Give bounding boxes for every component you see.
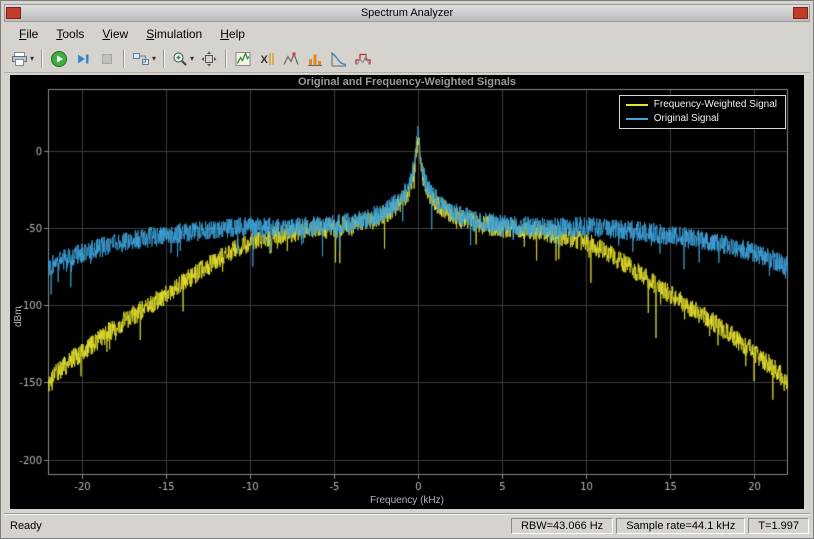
toolbar-separator — [41, 49, 43, 68]
menu-view[interactable]: View — [93, 24, 137, 44]
legend-line-swatch — [626, 104, 648, 106]
spectrum-chart-canvas[interactable] — [10, 75, 804, 509]
run-button[interactable] — [47, 47, 71, 70]
plot-title: Original and Frequency-Weighted Signals — [10, 76, 804, 88]
status-rbw: RBW=43.066 Hz — [511, 518, 613, 534]
simulation-settings-button[interactable]: ▾ — [129, 47, 159, 70]
fit-to-view-button[interactable] — [197, 47, 221, 70]
simulation-settings-icon — [132, 51, 150, 67]
stop-button[interactable] — [95, 47, 119, 70]
legend-line-swatch — [626, 118, 648, 120]
dropdown-arrow-icon: ▾ — [152, 54, 156, 63]
toolbar-separator — [225, 49, 227, 68]
toolbar: ▾ ▾ ▾ X — [4, 45, 810, 73]
window-menu-button[interactable] — [6, 7, 21, 19]
toolbar-separator — [163, 49, 165, 68]
spectrum-analyzer-window: Spectrum Analyzer FileToolsViewSimulatio… — [0, 0, 814, 539]
spectrum-settings-icon — [235, 51, 251, 67]
window-title: Spectrum Analyzer — [21, 5, 793, 21]
ccdf-measurements-button[interactable] — [327, 47, 351, 70]
menu-help[interactable]: Help — [211, 24, 254, 44]
distortion-measurements-icon — [307, 51, 323, 67]
print-export-button[interactable]: ▾ — [8, 47, 37, 70]
distortion-measurements-button[interactable] — [303, 47, 327, 70]
zoom-in-button[interactable]: ▾ — [169, 47, 197, 70]
plot-panel: Original and Frequency-Weighted Signals … — [10, 75, 804, 509]
close-button[interactable] — [793, 7, 808, 19]
dropdown-arrow-icon: ▾ — [190, 54, 194, 63]
svg-text:X: X — [261, 54, 269, 66]
legend-label: Original Signal — [654, 113, 719, 124]
legend-entry: Original Signal — [626, 113, 777, 124]
cursor-measurements-button[interactable]: X — [255, 47, 279, 70]
x-axis-label: Frequency (kHz) — [10, 495, 804, 506]
y-axis-label: dBm — [13, 306, 24, 327]
status-text: Ready — [5, 520, 511, 532]
menu-tools[interactable]: Tools — [47, 24, 93, 44]
legend[interactable]: Frequency-Weighted Signal Original Signal — [619, 95, 786, 129]
step-forward-button[interactable] — [71, 47, 95, 70]
zoom-in-icon — [172, 51, 188, 67]
spectrum-settings-button[interactable] — [231, 47, 255, 70]
dropdown-arrow-icon: ▾ — [30, 54, 34, 63]
peak-finder-button[interactable] — [279, 47, 303, 70]
status-time: T=1.997 — [748, 518, 809, 534]
legend-entry: Frequency-Weighted Signal — [626, 99, 777, 110]
run-icon — [50, 50, 68, 68]
peak-finder-icon — [283, 51, 299, 67]
menu-file[interactable]: File — [10, 24, 47, 44]
step-forward-icon — [75, 51, 91, 67]
titlebar[interactable]: Spectrum Analyzer — [4, 4, 810, 22]
cursor-measurements-icon: X — [259, 51, 275, 67]
fit-to-view-icon — [201, 51, 217, 67]
print-export-icon — [11, 51, 28, 67]
menubar: FileToolsViewSimulationHelp — [4, 22, 810, 45]
spectral-mask-button[interactable] — [351, 47, 375, 70]
spectral-mask-icon — [355, 51, 371, 67]
toolbar-separator — [123, 49, 125, 68]
statusbar: Ready RBW=43.066 Hz Sample rate=44.1 kHz… — [4, 514, 810, 535]
ccdf-measurements-icon — [331, 51, 347, 67]
stop-icon — [99, 51, 115, 67]
status-cells: RBW=43.066 Hz Sample rate=44.1 kHz T=1.9… — [511, 518, 809, 534]
status-sample-rate: Sample rate=44.1 kHz — [616, 518, 745, 534]
legend-label: Frequency-Weighted Signal — [654, 99, 777, 110]
menu-simulation[interactable]: Simulation — [137, 24, 211, 44]
